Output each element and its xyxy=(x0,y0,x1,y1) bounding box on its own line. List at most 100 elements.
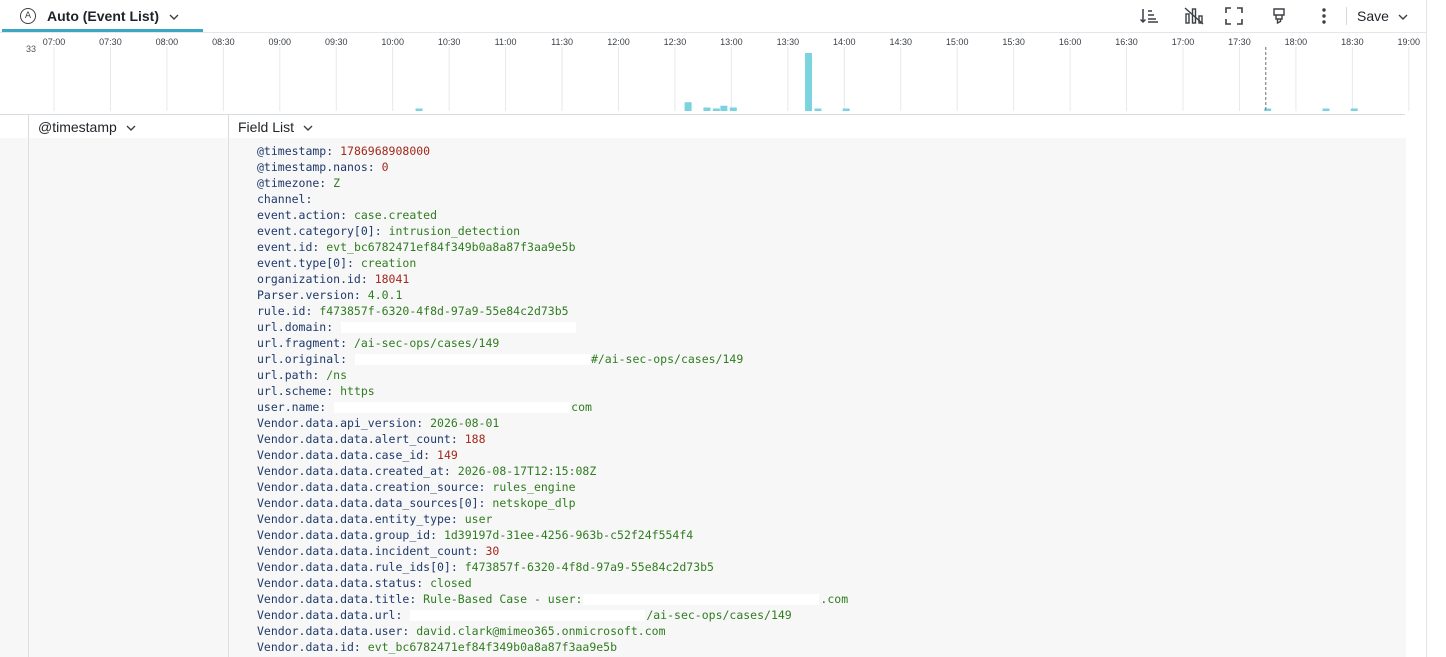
redacted-value xyxy=(583,594,820,605)
field-row[interactable]: Vendor.data.data.data_sources[0]: netsko… xyxy=(257,495,848,511)
field-key: Vendor.data.data.rule_ids[0]: xyxy=(257,560,465,574)
field-key: Vendor.data.data.group_id: xyxy=(257,528,444,542)
timeline-tick-label: 12:30 xyxy=(664,37,687,47)
event-timeline-chart[interactable]: 33 07:00 07:30 08:00 08:30 09:00 09:30 10:00 10… xyxy=(0,32,1426,115)
field-value: f473857f-6320-4f8d-97a9-55e84c2d73b5 xyxy=(319,304,569,318)
field-row[interactable]: Vendor.data.data.group_id: 1d39197d-31ee… xyxy=(257,527,848,543)
field-key: rule.id: xyxy=(257,304,320,318)
chevron-down-icon xyxy=(168,10,180,22)
field-row[interactable]: Vendor.data.data.status: closed xyxy=(257,575,848,591)
field-row[interactable]: url.domain: xyxy=(257,319,848,335)
timeline-plot[interactable]: 07:00 07:30 08:00 08:30 09:00 09:30 10:00 10:30… xyxy=(0,33,1426,115)
field-key: @timestamp.nanos: xyxy=(257,160,382,174)
vertical-scrollbar[interactable] xyxy=(1406,138,1426,657)
timeline-bar[interactable] xyxy=(814,108,822,112)
field-key: url.domain: xyxy=(257,320,341,334)
timeline-tick-label: 10:00 xyxy=(381,37,404,47)
timeline-bar[interactable] xyxy=(712,108,720,112)
field-key: event.id: xyxy=(257,240,327,254)
more-options-icon[interactable] xyxy=(1313,5,1335,27)
timeline-tick-label: 07:00 xyxy=(43,37,66,47)
timeline-tick-label: 11:30 xyxy=(551,37,573,47)
field-row[interactable]: Parser.version: 4.0.1 xyxy=(257,287,848,303)
field-row[interactable]: @timestamp: 1786968908000 xyxy=(257,143,848,159)
timeline-bar[interactable] xyxy=(1264,108,1272,112)
field-row[interactable]: rule.id: f473857f-6320-4f8d-97a9-55e84c2… xyxy=(257,303,848,319)
field-row[interactable]: Vendor.data.data.url: /ai-sec-ops/cases/… xyxy=(257,607,848,623)
timeline-tick-label: 17:00 xyxy=(1172,37,1195,47)
save-button[interactable]: Save xyxy=(1357,6,1409,26)
field-value: case.created xyxy=(353,208,438,222)
field-key: Vendor.data.data.data_sources[0]: xyxy=(257,496,493,510)
field-key: Parser.version: xyxy=(257,288,368,302)
field-key: @timestamp: xyxy=(257,144,341,158)
field-key: event.category[0]: xyxy=(257,224,389,238)
field-row[interactable]: url.scheme: https xyxy=(257,383,848,399)
timeline-bar[interactable] xyxy=(1322,108,1330,112)
field-key: @timezone: xyxy=(257,176,334,190)
timeline-tick-label: 16:00 xyxy=(1059,37,1082,47)
column-header-fieldlist[interactable]: Field List xyxy=(238,115,314,139)
timeline-tick-label: 15:30 xyxy=(1002,37,1025,47)
field-value: 4.0.1 xyxy=(367,288,403,302)
timeline-tick-label: 16:30 xyxy=(1115,37,1138,47)
field-value: david.clark@mimeo365.onmicrosoft.com xyxy=(416,624,666,638)
toolbar: A Auto (Event List) Save xyxy=(0,0,1446,32)
timeline-bar[interactable] xyxy=(703,107,711,111)
field-row[interactable]: event.category[0]: intrusion_detection xyxy=(257,223,848,239)
chart-toggle-icon[interactable] xyxy=(1183,5,1205,27)
field-row[interactable]: Vendor.data.api_version: 2026-08-01 xyxy=(257,415,848,431)
timeline-tick-label: 14:30 xyxy=(889,37,912,47)
timeline-bar[interactable] xyxy=(1350,108,1358,112)
field-row[interactable]: Vendor.data.data.entity_type: user xyxy=(257,511,848,527)
field-row[interactable]: Vendor.data.data.creation_source: rules_… xyxy=(257,479,848,495)
timeline-bar[interactable] xyxy=(415,108,423,112)
field-row[interactable]: Vendor.data.data.alert_count: 188 xyxy=(257,431,848,447)
timeline-tick-label: 13:00 xyxy=(720,37,743,47)
timeline-bar[interactable] xyxy=(805,53,813,111)
field-row[interactable]: event.type[0]: creation xyxy=(257,255,848,271)
field-row[interactable]: Vendor.data.id: evt_bc6782471ef84f349b0a… xyxy=(257,639,848,655)
timeline-bar[interactable] xyxy=(729,107,737,111)
field-value: 149 xyxy=(437,448,458,462)
field-key: Vendor.data.data.incident_count: xyxy=(257,544,486,558)
field-row[interactable]: Vendor.data.data.incident_count: 30 xyxy=(257,543,848,559)
field-row[interactable]: Vendor.data.data.case_id: 149 xyxy=(257,447,848,463)
field-row[interactable]: Vendor.data.data.title: Rule-Based Case … xyxy=(257,591,848,607)
field-row[interactable]: url.original: #/ai-sec-ops/cases/149 xyxy=(257,351,848,367)
column-header-timestamp[interactable]: @timestamp xyxy=(38,115,137,139)
timeline-tick-label: 10:30 xyxy=(438,37,461,47)
field-row[interactable]: event.id: evt_bc6782471ef84f349b0a8a87f3… xyxy=(257,239,848,255)
field-row[interactable]: Vendor.data.data.user: david.clark@mimeo… xyxy=(257,623,848,639)
field-row[interactable]: url.path: /ns xyxy=(257,367,848,383)
field-value: 0 xyxy=(381,160,389,174)
field-key: url.scheme: xyxy=(257,384,341,398)
view-selector[interactable]: A Auto (Event List) xyxy=(20,6,180,26)
redacted-value xyxy=(341,322,577,333)
highlight-icon[interactable] xyxy=(1268,5,1290,27)
column-divider xyxy=(28,138,29,657)
timeline-bar[interactable] xyxy=(684,102,692,111)
timeline-tick-label: 19:00 xyxy=(1398,37,1421,47)
field-row[interactable]: Vendor.data.data.rule_ids[0]: f473857f-6… xyxy=(257,559,848,575)
field-row[interactable]: user.name: com xyxy=(257,399,848,415)
field-row[interactable]: url.fragment: /ai-sec-ops/cases/149 xyxy=(257,335,848,351)
field-key: Vendor.data.data.case_id: xyxy=(257,448,438,462)
field-row[interactable]: @timezone: Z xyxy=(257,175,848,191)
field-row[interactable]: @timestamp.nanos: 0 xyxy=(257,159,848,175)
timeline-bar[interactable] xyxy=(842,108,850,112)
event-row-expanded: @timestamp: 1786968908000 @timestamp.nano… xyxy=(0,138,1407,657)
timeline-bar[interactable] xyxy=(720,105,728,111)
field-row[interactable]: organization.id: 18041 xyxy=(257,271,848,287)
field-list: @timestamp: 1786968908000 @timestamp.nano… xyxy=(257,143,848,655)
column-divider xyxy=(28,115,29,139)
field-value: f473857f-6320-4f8d-97a9-55e84c2d73b5 xyxy=(464,560,714,574)
redacted-value xyxy=(410,610,646,621)
redacted-value xyxy=(334,402,571,413)
field-row[interactable]: channel: xyxy=(257,191,848,207)
truncated-row xyxy=(257,138,437,141)
field-row[interactable]: Vendor.data.data.created_at: 2026-08-17T… xyxy=(257,463,848,479)
fullscreen-icon[interactable] xyxy=(1223,5,1245,27)
field-row[interactable]: event.action: case.created xyxy=(257,207,848,223)
sort-order-icon[interactable] xyxy=(1138,5,1160,27)
